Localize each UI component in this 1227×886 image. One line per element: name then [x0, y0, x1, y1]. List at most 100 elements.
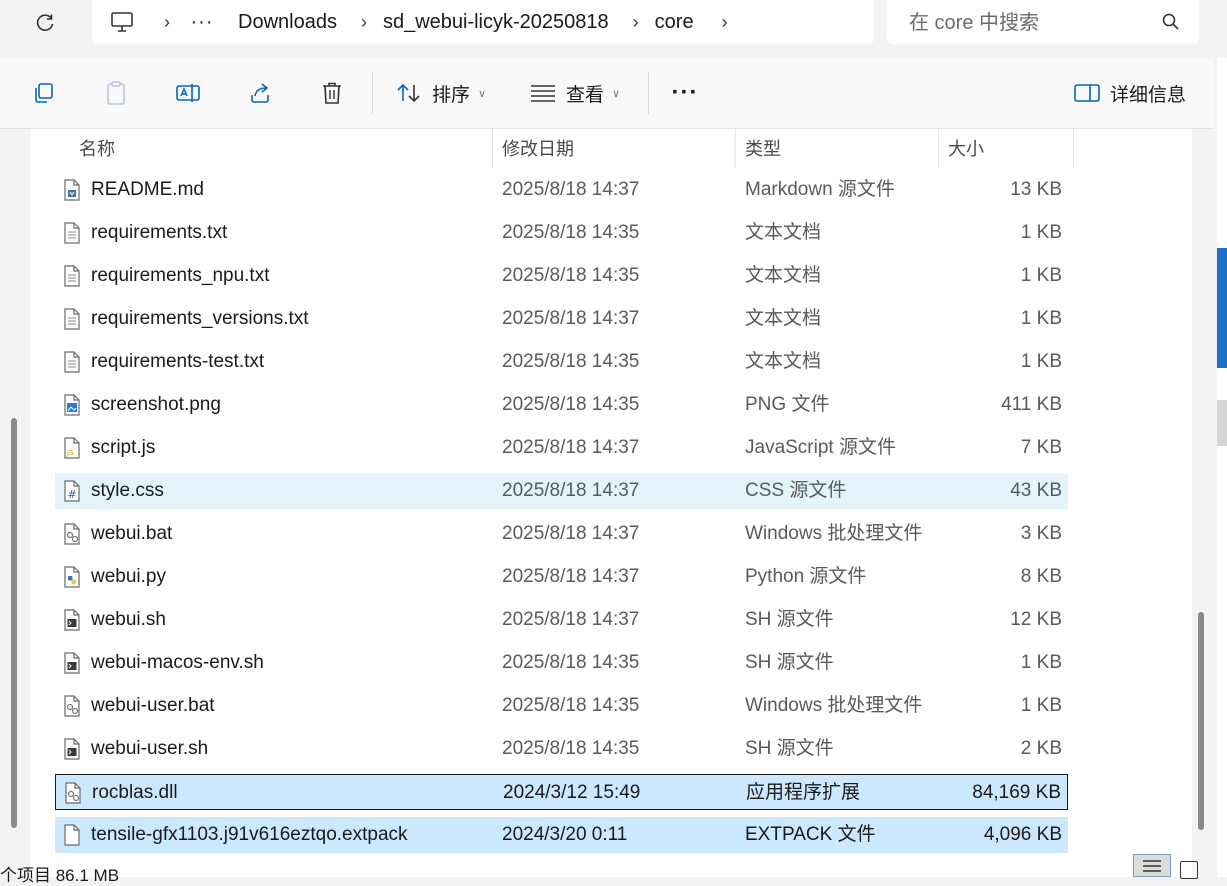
file-row[interactable]: requirements_versions.txt 2025/8/18 14:37… [55, 301, 1068, 337]
chevron-right-icon[interactable]: › [621, 12, 651, 33]
file-row[interactable]: requirements-test.txt 2025/8/18 14:35 文本文档… [55, 344, 1068, 380]
file-type: Markdown 源文件 [745, 179, 895, 200]
file-name: requirements_versions.txt [91, 308, 309, 329]
details-pane-button[interactable]: 详细信息 [1074, 58, 1194, 128]
tiles-view-toggle[interactable] [1180, 861, 1198, 879]
paste-button[interactable] [96, 58, 136, 128]
chevron-right-icon[interactable]: › [710, 12, 740, 33]
paste-icon [107, 81, 125, 105]
file-type: 应用程序扩展 [746, 782, 861, 803]
refresh-button[interactable] [30, 9, 60, 37]
file-row[interactable]: webui.bat 2025/8/18 14:37 Windows 批处理文件 3 K… [55, 516, 1068, 552]
file-date-modified: 2025/8/18 14:37 [502, 437, 640, 458]
file-name: script.js [91, 437, 156, 458]
share-button[interactable] [240, 58, 280, 128]
status-bar: 个项目 86.1 MB [0, 858, 1227, 885]
file-row[interactable]: rocblas.dll 2024/3/12 15:49 应用程序扩展 84,169 K… [55, 774, 1068, 810]
column-divider[interactable] [1073, 129, 1074, 169]
file-name: requirements_npu.txt [91, 265, 270, 286]
file-type: EXTPACK 文件 [745, 824, 876, 845]
file-size: 3 KB [1020, 523, 1062, 544]
file-row[interactable]: requirements.txt 2025/8/18 14:35 文本文档 1 KB [55, 215, 1068, 251]
file-type: Windows 批处理文件 [745, 695, 923, 716]
file-type: 文本文档 [745, 265, 822, 286]
file-date-modified: 2025/8/18 14:37 [502, 523, 640, 544]
delete-button[interactable] [312, 58, 352, 128]
file-row[interactable]: # style.css 2025/8/18 14:37 CSS 源文件 43 KB [55, 473, 1068, 509]
dll-file-icon [63, 782, 83, 810]
column-header-name[interactable]: 名称 [70, 129, 492, 169]
file-size: 1 KB [1020, 351, 1062, 372]
chevron-right-icon[interactable]: › [349, 12, 379, 33]
file-date-modified: 2025/8/18 14:35 [502, 222, 640, 243]
file-type: Windows 批处理文件 [745, 523, 923, 544]
file-name: webui.bat [91, 523, 173, 544]
sort-icon [397, 83, 420, 103]
share-icon [251, 83, 269, 103]
file-date-modified: 2025/8/18 14:35 [502, 394, 640, 415]
search-icon[interactable] [1161, 12, 1181, 32]
breadcrumb-core[interactable]: core [655, 11, 694, 34]
column-header-date[interactable]: 修改日期 [493, 129, 735, 169]
refresh-icon [36, 14, 54, 31]
file-date-modified: 2025/8/18 14:37 [502, 566, 640, 587]
file-date-modified: 2025/8/18 14:37 [502, 480, 640, 501]
file-row[interactable]: tensile-gfx1103.j91v616eztqo.extpack 2024… [55, 817, 1068, 853]
file-type: Python 源文件 [745, 566, 867, 587]
view-button[interactable]: 查看 ∨ [530, 58, 630, 128]
breadcrumb-downloads[interactable]: Downloads [238, 11, 337, 34]
file-name: rocblas.dll [92, 782, 178, 803]
shell-file-icon [62, 652, 82, 680]
more-icon: ··· [671, 79, 699, 106]
chevron-right-icon[interactable]: › [152, 12, 182, 33]
file-row[interactable]: webui-user.bat 2025/8/18 14:35 Windows 批处理… [55, 688, 1068, 724]
file-row[interactable]: JS script.js 2025/8/18 14:37 JavaScript 源文件… [55, 430, 1068, 466]
background-window-panel [1217, 400, 1227, 446]
copy-button[interactable] [24, 58, 64, 128]
image-file-icon [62, 394, 82, 422]
column-header-type[interactable]: 类型 [736, 129, 938, 169]
breadcrumb-sd-webui[interactable]: sd_webui-licyk-20250818 [383, 11, 609, 34]
file-row[interactable]: screenshot.png 2025/8/18 14:35 PNG 文件 411 K… [55, 387, 1068, 423]
file-date-modified: 2025/8/18 14:35 [502, 738, 640, 759]
file-name: tensile-gfx1103.j91v616eztqo.extpack [91, 824, 408, 845]
text-file-icon [62, 265, 82, 293]
file-type: SH 源文件 [745, 609, 834, 630]
column-header-size[interactable]: 大小 [939, 129, 1073, 169]
chevron-down-icon: ∨ [612, 87, 621, 100]
file-size: 84,169 KB [972, 782, 1061, 803]
this-pc-icon[interactable] [92, 11, 152, 33]
file-row[interactable]: webui-macos-env.sh 2025/8/18 14:35 SH 源文件 1… [55, 645, 1068, 681]
file-list-scrollbar[interactable] [1198, 612, 1204, 830]
search-input[interactable] [907, 6, 1151, 40]
file-name: README.md [91, 179, 204, 200]
details-pane-icon [1074, 84, 1100, 102]
file-row[interactable]: webui.sh 2025/8/18 14:37 SH 源文件 12 KB [55, 602, 1068, 638]
file-date-modified: 2025/8/18 14:37 [502, 609, 640, 630]
address-bar[interactable]: › ··· Downloads › sd_webui-licyk-2025081… [92, 0, 874, 44]
sort-button[interactable]: 排序 ∨ [396, 58, 496, 128]
nav-pane-scrollbar[interactable] [11, 418, 17, 828]
file-list-view[interactable]: ⌃ 名称 修改日期 类型 大小 README.md 2025/8/18 14:37… [30, 129, 1192, 877]
text-file-icon [62, 351, 82, 379]
file-type: CSS 源文件 [745, 480, 847, 501]
search-box[interactable] [887, 0, 1199, 44]
python-file-icon [62, 566, 82, 594]
file-type: 文本文档 [745, 222, 822, 243]
file-row[interactable]: webui-user.sh 2025/8/18 14:35 SH 源文件 2 KB [55, 731, 1068, 767]
file-name: webui-user.bat [91, 695, 215, 716]
js-file-icon: JS [62, 437, 82, 465]
file-row[interactable]: README.md 2025/8/18 14:37 Markdown 源文件 13 K… [55, 172, 1068, 208]
breadcrumb-overflow[interactable]: ··· [182, 11, 222, 34]
file-date-modified: 2025/8/18 14:35 [502, 652, 640, 673]
file-row[interactable]: webui.py 2025/8/18 14:37 Python 源文件 8 KB [55, 559, 1068, 595]
rename-button[interactable] [168, 58, 208, 128]
file-size: 1 KB [1020, 695, 1062, 716]
shell-file-icon [62, 738, 82, 766]
markdown-file-icon [62, 179, 82, 207]
file-row[interactable]: requirements_npu.txt 2025/8/18 14:35 文本文档 1… [55, 258, 1068, 294]
more-options-button[interactable]: ··· [664, 58, 706, 128]
details-view-toggle[interactable] [1133, 854, 1171, 877]
view-list-icon [531, 85, 555, 102]
file-size: 1 KB [1020, 265, 1062, 286]
